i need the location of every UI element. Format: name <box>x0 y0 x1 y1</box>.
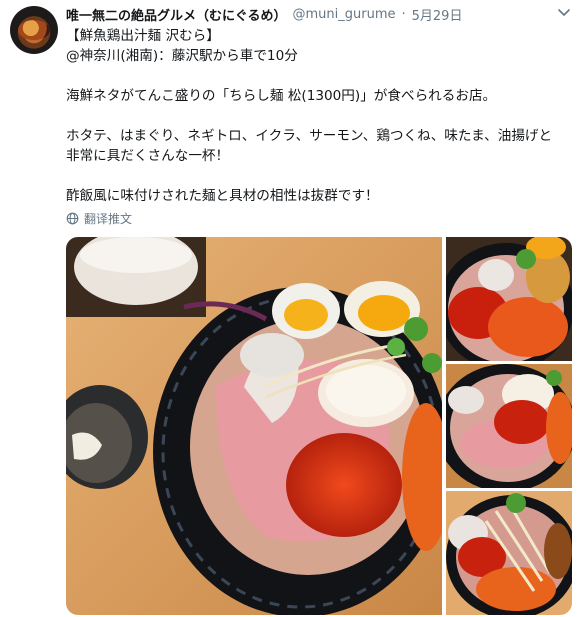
tweet-header: 唯一無二の絶品グルメ（むにぐるめ） @muni_gurume · 5月29日 <box>66 4 576 24</box>
tweet-text: 【鮮魚鶏出汁麺 沢むら】 @神奈川(湘南)：藤沢駅から車で10分 海鮮ネタがてん… <box>66 26 576 206</box>
user-handle[interactable]: @muni_gurume <box>292 7 395 22</box>
chevron-down-icon[interactable] <box>556 4 572 20</box>
separator-dot: · <box>401 6 406 22</box>
translate-tweet-link[interactable]: 翻译推文 <box>66 210 132 227</box>
display-name[interactable]: 唯一無二の絶品グルメ（むにぐるめ） <box>66 5 286 24</box>
globe-icon <box>66 212 79 225</box>
tweet-date[interactable]: 5月29日 <box>412 5 463 24</box>
media-grid <box>66 237 572 615</box>
tweet-line: 酢飯風に味付けされた麺と具材の相性は抜群です！ <box>66 188 379 204</box>
avatar[interactable] <box>10 6 58 54</box>
photo-thumb-3[interactable] <box>446 491 572 615</box>
tweet-line: 非常に具だくさんな一杯！ <box>66 148 230 164</box>
photo-thumb-2[interactable] <box>446 364 572 488</box>
tweet-line: ホタテ、はまぐり、ネギトロ、イクラ、サーモン、鶏つくね、味たま、油揚げと <box>66 128 553 144</box>
translate-label: 翻译推文 <box>84 212 133 226</box>
photo-thumb-1[interactable] <box>446 237 572 361</box>
tweet-line: @神奈川(湘南)：藤沢駅から車で10分 <box>66 48 298 64</box>
tweet-line: 海鮮ネタがてんこ盛りの「ちらし麺 松(1300円)」が食べられるお店。 <box>66 88 497 104</box>
tweet-line: 【鮮魚鶏出汁麺 沢むら】 <box>66 28 220 44</box>
photo-main[interactable] <box>66 237 442 615</box>
avatar-dish <box>18 20 50 40</box>
